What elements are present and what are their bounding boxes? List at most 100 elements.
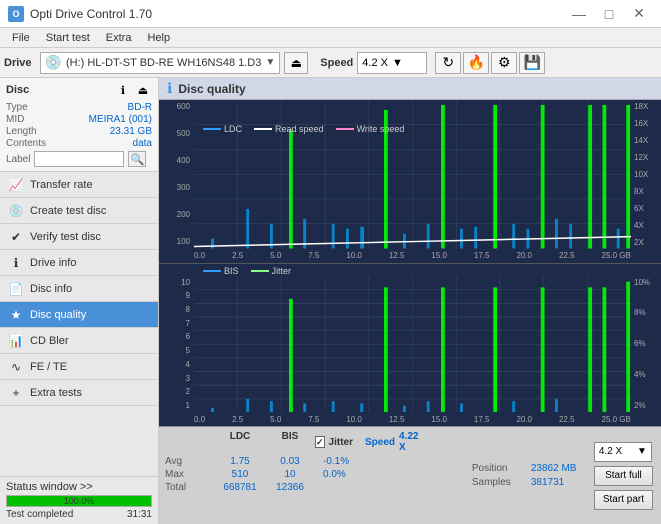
speed-dropdown-arrow: ▼ — [392, 57, 403, 69]
menu-file[interactable]: File — [4, 30, 38, 46]
total-bis: 12366 — [265, 482, 315, 493]
speed-dropdown[interactable]: 4.2 X ▼ — [594, 442, 652, 462]
disc-quality-header-icon: ℹ — [167, 80, 172, 97]
col-ldc: LDC — [215, 431, 265, 453]
jitter-checkbox[interactable]: ✓ — [315, 436, 325, 448]
mid-value: MEIRA1 (001) — [89, 114, 152, 125]
nav-label-cd-bler: CD Bler — [30, 335, 69, 347]
close-button[interactable]: ✕ — [625, 4, 653, 24]
transfer-rate-icon: 📈 — [8, 177, 24, 193]
speed-stat-value: 4.22 X — [399, 431, 418, 453]
label-input[interactable] — [34, 151, 124, 167]
app-icon: O — [8, 6, 24, 22]
nav-label-fe-te: FE / TE — [30, 361, 67, 373]
menu-start-test[interactable]: Start test — [38, 30, 98, 46]
settings-button[interactable]: ⚙ — [491, 52, 517, 74]
sidebar-status: Status window >> 100.0% Test completed 3… — [0, 476, 158, 524]
x-lower-5: 5.0 — [270, 415, 281, 424]
legend-bis-label: BIS — [224, 266, 239, 276]
x-upper-12.5: 12.5 — [389, 251, 405, 260]
total-label: Total — [165, 482, 215, 493]
disc-eject-button[interactable]: ⏏ — [134, 82, 152, 98]
disc-info-icon: 📄 — [8, 281, 24, 297]
disc-info-button[interactable]: ℹ — [114, 82, 132, 98]
y-upper-400: 400 — [177, 156, 190, 165]
y-upper-200: 200 — [177, 210, 190, 219]
max-jitter: 0.0% — [323, 469, 415, 480]
status-window-link[interactable]: Status window >> — [6, 481, 152, 493]
nav-label-verify-test-disc: Verify test disc — [30, 231, 101, 243]
refresh-button[interactable]: ↻ — [435, 52, 461, 74]
y-upper-100: 100 — [177, 237, 190, 246]
y-lower-10: 10 — [181, 278, 190, 287]
menu-extra[interactable]: Extra — [98, 30, 140, 46]
progress-bar: 100.0% — [6, 495, 152, 507]
sidebar-item-disc-quality[interactable]: ★ Disc quality — [0, 302, 158, 328]
menu-bar: File Start test Extra Help — [0, 28, 661, 48]
y-upper-right-2x: 2X — [634, 238, 644, 247]
x-upper-10: 10.0 — [346, 251, 362, 260]
drive-label: Drive — [4, 57, 32, 69]
sidebar-item-verify-test-disc[interactable]: ✔ Verify test disc — [0, 224, 158, 250]
start-part-button[interactable]: Start part — [594, 490, 653, 510]
burn-button[interactable]: 🔥 — [463, 52, 489, 74]
x-upper-2.5: 2.5 — [232, 251, 243, 260]
avg-ldc: 1.75 — [215, 456, 265, 467]
maximize-button[interactable]: □ — [595, 4, 623, 24]
contents-label: Contents — [6, 138, 46, 149]
samples-label: Samples — [472, 477, 527, 488]
eject-button[interactable]: ⏏ — [284, 52, 308, 74]
x-lower-20: 20.0 — [516, 415, 532, 424]
max-ldc: 510 — [215, 469, 265, 480]
y-upper-600: 600 — [177, 102, 190, 111]
position-label: Position — [472, 463, 527, 474]
x-upper-22.5: 22.5 — [559, 251, 575, 260]
drive-icon: 💿 — [45, 54, 62, 71]
lower-chart-plot — [194, 276, 631, 413]
y-lower-9: 9 — [186, 291, 190, 300]
y-upper-right-4x: 4X — [634, 221, 644, 230]
sidebar-item-cd-bler[interactable]: 📊 CD Bler — [0, 328, 158, 354]
samples-value: 381731 — [531, 477, 564, 488]
disc-section-label: Disc — [6, 84, 29, 96]
speed-select[interactable]: 4.2 X ▼ — [357, 52, 427, 74]
sidebar-item-disc-info[interactable]: 📄 Disc info — [0, 276, 158, 302]
x-lower-7.5: 7.5 — [308, 415, 319, 424]
disc-quality-title: Disc quality — [178, 82, 245, 96]
sidebar-item-transfer-rate[interactable]: 📈 Transfer rate — [0, 172, 158, 198]
y-lower-8: 8 — [186, 305, 190, 314]
nav-label-drive-info: Drive info — [30, 257, 76, 269]
contents-value: data — [133, 138, 152, 149]
jitter-col-label: Jitter — [329, 437, 353, 448]
drive-dropdown-arrow: ▼ — [265, 57, 275, 68]
y-upper-300: 300 — [177, 183, 190, 192]
menu-help[interactable]: Help — [139, 30, 178, 46]
position-value: 23862 MB — [531, 463, 577, 474]
y-upper-500: 500 — [177, 129, 190, 138]
y-lower-right-2pct: 2% — [634, 401, 646, 410]
sidebar-item-drive-info[interactable]: ℹ Drive info — [0, 250, 158, 276]
sidebar-nav: 📈 Transfer rate 💿 Create test disc ✔ Ver… — [0, 172, 158, 476]
type-label: Type — [6, 102, 28, 113]
start-full-button[interactable]: Start full — [594, 466, 653, 486]
legend-jitter-label: Jitter — [272, 266, 292, 276]
drive-info-icon: ℹ — [8, 255, 24, 271]
label-icon-button[interactable]: 🔍 — [128, 151, 146, 167]
sidebar-item-extra-tests[interactable]: + Extra tests — [0, 380, 158, 406]
disc-panel: Disc ℹ ⏏ Type BD-R MID MEIRA1 (001) Leng… — [0, 78, 158, 172]
drive-bar: Drive 💿 (H:) HL-DT-ST BD-RE WH16NS48 1.D… — [0, 48, 661, 78]
sidebar-item-create-test-disc[interactable]: 💿 Create test disc — [0, 198, 158, 224]
drive-select[interactable]: 💿 (H:) HL-DT-ST BD-RE WH16NS48 1.D3 ▼ — [40, 52, 281, 74]
fe-te-icon: ∿ — [8, 359, 24, 375]
stats-right: Position 23862 MB Samples 381731 — [466, 427, 586, 524]
disc-quality-header: ℹ Disc quality — [159, 78, 661, 100]
minimize-button[interactable]: — — [565, 4, 593, 24]
save-button[interactable]: 💾 — [519, 52, 545, 74]
x-lower-2.5: 2.5 — [232, 415, 243, 424]
status-text: Test completed — [6, 509, 73, 520]
cd-bler-icon: 📊 — [8, 333, 24, 349]
x-lower-15: 15.0 — [431, 415, 447, 424]
sidebar-item-fe-te[interactable]: ∿ FE / TE — [0, 354, 158, 380]
lower-chart-svg — [194, 276, 631, 413]
total-jitter-empty — [315, 482, 415, 493]
